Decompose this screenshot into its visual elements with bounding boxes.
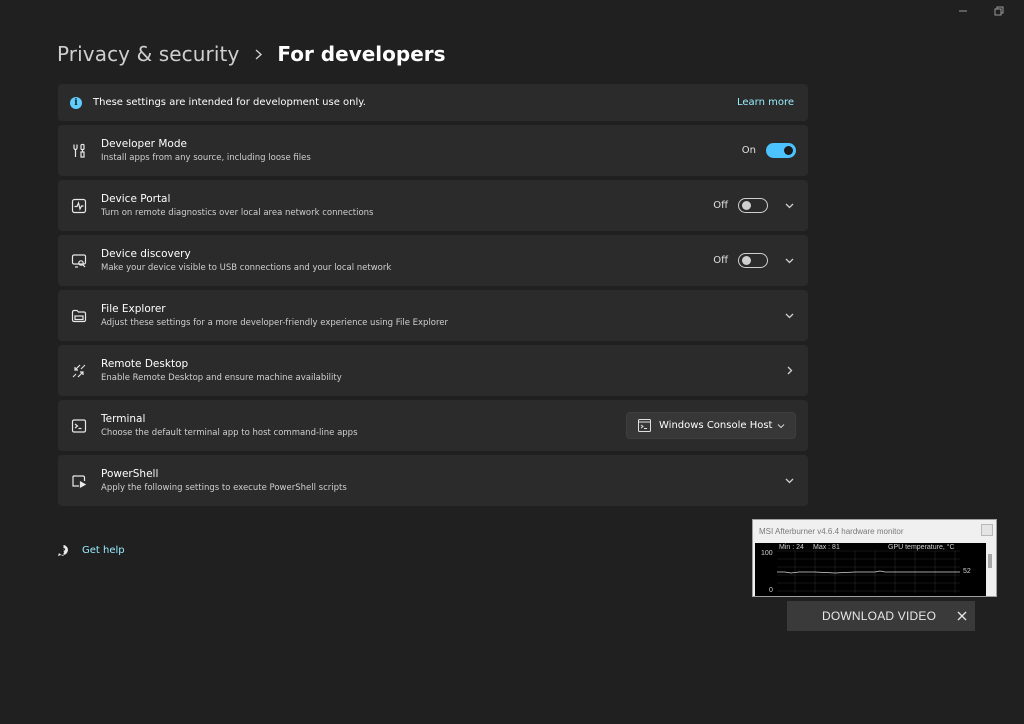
setting-terminal: Terminal Choose the default terminal app… — [58, 400, 808, 451]
get-help-link[interactable]: ? Get help — [57, 544, 125, 557]
setting-description: Choose the default terminal app to host … — [101, 428, 358, 438]
close-icon[interactable] — [955, 609, 969, 623]
developer-mode-toggle[interactable] — [766, 143, 796, 158]
setting-title: File Explorer — [101, 303, 166, 315]
breadcrumb-parent-link[interactable]: Privacy & security — [57, 42, 239, 66]
afterburner-graph: Min : 24 Max : 81 GPU temperature, °C 10… — [755, 543, 986, 596]
afterburner-current-value: 52 — [963, 568, 971, 575]
chevron-right-icon — [254, 48, 263, 60]
download-video-bar: DOWNLOAD VIDEO — [787, 601, 975, 631]
setting-description: Apply the following settings to execute … — [101, 483, 347, 493]
terminal-dropdown[interactable]: Windows Console Host — [626, 412, 796, 439]
device-portal-icon — [71, 198, 87, 214]
developer-tools-icon — [71, 143, 87, 159]
setting-remote-desktop[interactable]: Remote Desktop Enable Remote Desktop and… — [58, 345, 808, 396]
setting-title: Device discovery — [101, 248, 191, 260]
afterburner-min-label: Min : 24 — [779, 544, 804, 551]
afterburner-scrollbar[interactable] — [987, 544, 994, 596]
device-discovery-icon — [71, 253, 87, 269]
scrollbar-thumb[interactable] — [988, 554, 992, 568]
help-icon: ? — [57, 544, 70, 557]
setting-description: Turn on remote diagnostics over local ar… — [101, 208, 374, 218]
info-bar: i These settings are intended for develo… — [58, 84, 808, 121]
minimize-button[interactable] — [956, 4, 970, 18]
folder-icon — [71, 308, 87, 324]
setting-title: Developer Mode — [101, 138, 187, 150]
device-portal-toggle[interactable] — [738, 198, 768, 213]
chevron-down-icon[interactable] — [782, 254, 796, 268]
device-discovery-toggle[interactable] — [738, 253, 768, 268]
breadcrumb: Privacy & security For developers — [57, 42, 446, 66]
setting-description: Install apps from any source, including … — [101, 153, 311, 163]
setting-description: Enable Remote Desktop and ensure machine… — [101, 373, 342, 383]
toggle-knob — [742, 256, 751, 265]
setting-device-discovery[interactable]: Device discovery Make your device visibl… — [58, 235, 808, 286]
toggle-knob — [784, 146, 793, 155]
setting-description: Adjust these settings for a more develop… — [101, 318, 449, 328]
chevron-down-icon[interactable] — [782, 199, 796, 213]
get-help-label: Get help — [82, 545, 125, 556]
afterburner-max-label: Max : 81 — [813, 544, 840, 551]
setting-title: Remote Desktop — [101, 358, 189, 370]
setting-powershell[interactable]: PowerShell Apply the following settings … — [58, 455, 808, 506]
afterburner-monitor-window: MSI Afterburner v4.6.4 hardware monitor … — [752, 519, 997, 597]
setting-device-portal[interactable]: Device Portal Turn on remote diagnostics… — [58, 180, 808, 231]
chevron-down-icon[interactable] — [782, 309, 796, 323]
console-host-icon — [638, 419, 651, 432]
chevron-down-icon — [777, 422, 785, 430]
dropdown-value: Windows Console Host — [659, 420, 773, 431]
toggle-state-label: Off — [713, 200, 728, 211]
info-icon: i — [70, 96, 82, 109]
setting-developer-mode: Developer Mode Install apps from any sou… — [58, 125, 808, 176]
toggle-knob — [742, 201, 751, 210]
download-video-button[interactable]: DOWNLOAD VIDEO — [822, 609, 936, 623]
afterburner-ymin-label: 0 — [769, 587, 773, 594]
toggle-state-label: Off — [713, 255, 728, 266]
setting-file-explorer[interactable]: File Explorer Adjust these settings for … — [58, 290, 808, 341]
toggle-state-label: On — [741, 145, 756, 156]
restore-icon — [994, 6, 1004, 16]
chevron-down-icon[interactable] — [782, 474, 796, 488]
svg-text:?: ? — [61, 547, 65, 555]
chevron-right-icon[interactable] — [782, 364, 796, 378]
afterburner-close-button[interactable] — [981, 524, 993, 536]
terminal-icon — [71, 418, 87, 434]
window-controls — [956, 4, 1006, 18]
afterburner-ymax-label: 100 — [761, 550, 773, 557]
setting-title: Terminal — [101, 413, 146, 425]
setting-description: Make your device visible to USB connecti… — [101, 263, 392, 273]
settings-list: i These settings are intended for develo… — [58, 84, 808, 510]
learn-more-link[interactable]: Learn more — [737, 97, 794, 108]
afterburner-series-label: GPU temperature, °C — [888, 544, 955, 551]
info-text: These settings are intended for developm… — [93, 97, 366, 108]
restore-button[interactable] — [992, 4, 1006, 18]
setting-title: PowerShell — [101, 468, 159, 480]
powershell-icon — [71, 473, 87, 489]
gpu-temperature-line — [777, 570, 960, 574]
afterburner-title: MSI Afterburner v4.6.4 hardware monitor — [759, 526, 904, 536]
minimize-icon — [959, 10, 967, 12]
setting-title: Device Portal — [101, 193, 171, 205]
page-title: For developers — [277, 42, 446, 66]
remote-desktop-icon — [71, 363, 87, 379]
